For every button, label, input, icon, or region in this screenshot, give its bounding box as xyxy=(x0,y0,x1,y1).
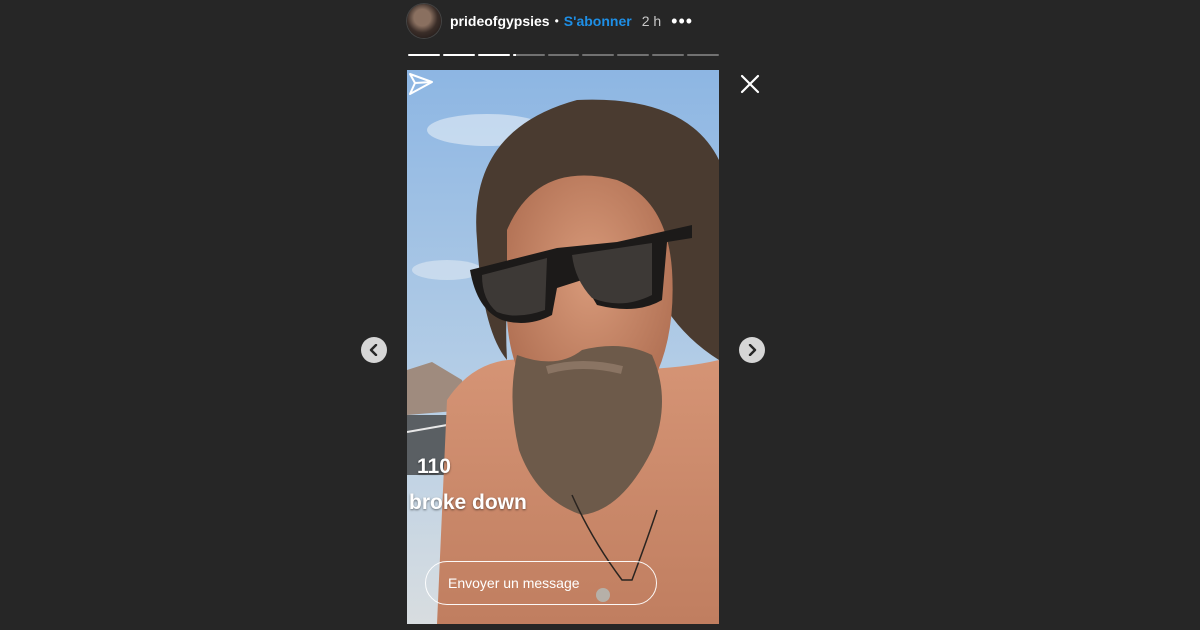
progress-segment xyxy=(442,54,475,56)
progress-segment-fill xyxy=(477,54,510,56)
avatar[interactable] xyxy=(407,4,441,38)
story-text-number: 110 xyxy=(417,455,451,478)
follow-button[interactable]: S'abonner xyxy=(564,13,632,29)
username[interactable]: prideofgypsies xyxy=(450,13,550,29)
next-story-button[interactable] xyxy=(739,337,765,363)
reply-message-input[interactable] xyxy=(425,561,657,605)
story-text-caption: broke down xyxy=(409,491,527,514)
progress-segment-fill xyxy=(408,54,440,56)
close-icon[interactable] xyxy=(739,73,761,95)
chevron-left-icon xyxy=(369,344,378,356)
separator-dot: • xyxy=(554,14,559,28)
progress-segment xyxy=(652,54,685,56)
chevron-right-icon xyxy=(748,344,757,356)
progress-segment xyxy=(687,54,720,56)
progress-segment xyxy=(617,54,650,56)
more-options-button[interactable]: ••• xyxy=(671,11,693,32)
progress-segment xyxy=(582,54,615,56)
progress-segment xyxy=(477,54,510,56)
progress-segment xyxy=(408,54,440,56)
progress-segment xyxy=(512,54,545,56)
progress-segment-fill xyxy=(512,54,516,56)
story-media[interactable]: 110 broke down xyxy=(407,70,719,624)
send-icon[interactable] xyxy=(407,70,435,98)
previous-story-button[interactable] xyxy=(361,337,387,363)
story-progress-bar xyxy=(408,54,720,57)
progress-segment xyxy=(547,54,580,56)
progress-segment-fill xyxy=(442,54,475,56)
story-header: prideofgypsies • S'abonner 2 h ••• xyxy=(407,4,737,38)
story-photo xyxy=(407,70,719,624)
timestamp: 2 h xyxy=(641,13,662,29)
